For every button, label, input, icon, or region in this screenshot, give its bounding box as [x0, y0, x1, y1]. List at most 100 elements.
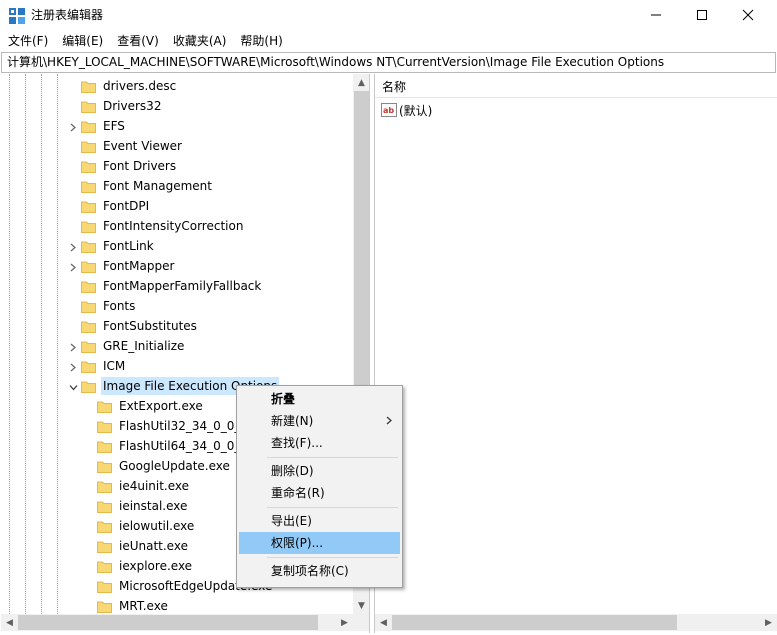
- folder-icon: [97, 580, 112, 593]
- tree-item[interactable]: FontLink: [70, 236, 156, 256]
- tree-item-label: ieinstal.exe: [119, 499, 188, 513]
- tree-item[interactable]: drivers.desc: [81, 76, 178, 96]
- ctx-new[interactable]: 新建(N): [239, 410, 400, 432]
- tree-item[interactable]: Font Management: [81, 176, 214, 196]
- tree-guide-line: [41, 74, 42, 614]
- tree-item-label: ie4uinit.exe: [119, 479, 190, 493]
- tree-horizontal-scrollbar[interactable]: ◀ ▶: [1, 614, 353, 631]
- tree-item[interactable]: ieinstal.exe: [97, 496, 189, 516]
- tree-item[interactable]: EFS: [70, 116, 127, 136]
- tree-item-label: Font Drivers: [103, 159, 177, 173]
- folder-icon: [81, 280, 96, 293]
- tree-item-label: Fonts: [103, 299, 136, 313]
- tree-item[interactable]: ieUnatt.exe: [97, 536, 190, 556]
- tree-item[interactable]: ExtExport.exe: [97, 396, 205, 416]
- minimize-button[interactable]: [633, 0, 679, 30]
- tree-item[interactable]: iexplore.exe: [97, 556, 194, 576]
- value-name: (默认): [399, 103, 433, 118]
- scroll-left-icon[interactable]: ◀: [375, 614, 392, 631]
- chevron-right-icon[interactable]: [69, 261, 78, 272]
- folder-icon: [97, 540, 112, 553]
- menu-file[interactable]: 文件(F): [0, 31, 55, 51]
- tree-item-label: Event Viewer: [103, 139, 182, 153]
- address-bar[interactable]: 计算机\HKEY_LOCAL_MACHINE\SOFTWARE\Microsof…: [1, 52, 776, 73]
- folder-icon: [97, 520, 112, 533]
- tree-item-label: ielowutil.exe: [119, 519, 195, 533]
- scroll-right-icon[interactable]: ▶: [336, 614, 353, 631]
- menu-item-label: 复制项名称(C): [271, 564, 349, 578]
- chevron-right-icon[interactable]: [69, 121, 78, 132]
- tree-item[interactable]: GRE_Initialize: [70, 336, 186, 356]
- tree-item[interactable]: MRT.exe: [97, 596, 170, 614]
- menu-item-label: 权限(P)...: [271, 536, 324, 550]
- tree-item[interactable]: Drivers32: [81, 96, 163, 116]
- tree-horizontal-scroll-thumb[interactable]: [18, 615, 318, 630]
- tree-item-label: FontMapper: [103, 259, 175, 273]
- tree-guide-line: [9, 74, 10, 614]
- tree-item[interactable]: GoogleUpdate.exe: [97, 456, 232, 476]
- menu-item-label: 新建(N): [271, 414, 314, 428]
- menu-item-label: 删除(D): [271, 464, 314, 478]
- tree-item[interactable]: FlashUtil64_34_0_0_1: [97, 436, 250, 456]
- ctx-copy-key-name[interactable]: 复制项名称(C): [239, 560, 400, 582]
- folder-icon: [97, 400, 112, 413]
- tree-item[interactable]: FontSubstitutes: [81, 316, 199, 336]
- chevron-right-icon[interactable]: [69, 241, 78, 252]
- chevron-right-icon[interactable]: [69, 361, 78, 372]
- values-horizontal-scrollbar[interactable]: ◀ ▶: [375, 614, 777, 631]
- ctx-collapse[interactable]: 折叠: [239, 388, 400, 410]
- ctx-find[interactable]: 查找(F)...: [239, 432, 400, 454]
- tree-item[interactable]: FontIntensityCorrection: [81, 216, 245, 236]
- ctx-permissions[interactable]: 权限(P)...: [239, 532, 400, 554]
- folder-icon: [97, 600, 112, 613]
- tree-item[interactable]: Fonts: [81, 296, 137, 316]
- window-title: 注册表编辑器: [31, 8, 104, 22]
- tree-item-label: Drivers32: [103, 99, 162, 113]
- tree-item-label: drivers.desc: [103, 79, 177, 93]
- scroll-left-icon[interactable]: ◀: [1, 614, 18, 631]
- close-button[interactable]: [725, 0, 771, 30]
- tree-item-label: GoogleUpdate.exe: [119, 459, 230, 473]
- folder-icon: [81, 320, 96, 333]
- menu-help[interactable]: 帮助(H): [233, 31, 289, 51]
- address-path: 计算机\HKEY_LOCAL_MACHINE\SOFTWARE\Microsof…: [7, 55, 665, 69]
- menu-item-label: 重命名(R): [271, 486, 325, 500]
- folder-icon: [97, 420, 112, 433]
- tree-item[interactable]: FontMapper: [70, 256, 176, 276]
- ctx-export[interactable]: 导出(E): [239, 510, 400, 532]
- values-horizontal-scroll-thumb[interactable]: [392, 615, 677, 630]
- folder-icon: [81, 260, 96, 273]
- tree-item[interactable]: ielowutil.exe: [97, 516, 196, 536]
- svg-text:ab: ab: [383, 106, 394, 115]
- folder-icon: [81, 100, 96, 113]
- tree-item[interactable]: Font Drivers: [81, 156, 178, 176]
- tree-item[interactable]: FontDPI: [81, 196, 151, 216]
- tree-item[interactable]: FlashUtil32_34_0_0_1: [97, 416, 250, 436]
- tree-item-label: FontIntensityCorrection: [103, 219, 244, 233]
- chevron-down-icon[interactable]: [69, 381, 78, 391]
- tree-item-label: iexplore.exe: [119, 559, 193, 573]
- menu-view[interactable]: 查看(V): [110, 31, 166, 51]
- ctx-rename[interactable]: 重命名(R): [239, 482, 400, 504]
- menu-separator: [267, 457, 398, 458]
- folder-icon: [81, 360, 96, 373]
- tree-item[interactable]: ie4uinit.exe: [97, 476, 191, 496]
- maximize-icon: [697, 10, 707, 20]
- maximize-button[interactable]: [679, 0, 725, 30]
- folder-icon: [97, 460, 112, 473]
- tree-item-label: Font Management: [103, 179, 212, 193]
- scroll-up-icon[interactable]: ▲: [353, 74, 369, 91]
- scroll-right-icon[interactable]: ▶: [760, 614, 777, 631]
- chevron-right-icon[interactable]: [69, 341, 78, 352]
- scroll-down-icon[interactable]: ▼: [353, 597, 369, 614]
- menu-edit[interactable]: 编辑(E): [55, 31, 110, 51]
- tree-item[interactable]: FontMapperFamilyFallback: [81, 276, 263, 296]
- menu-favorites[interactable]: 收藏夹(A): [166, 31, 234, 51]
- tree-item[interactable]: ICM: [70, 356, 127, 376]
- tree-item[interactable]: Event Viewer: [81, 136, 184, 156]
- value-row[interactable]: ab (默认): [381, 101, 432, 119]
- column-header[interactable]: 名称: [375, 74, 777, 98]
- scroll-corner: [353, 614, 369, 631]
- ctx-delete[interactable]: 删除(D): [239, 460, 400, 482]
- tree-guide-line: [57, 74, 58, 614]
